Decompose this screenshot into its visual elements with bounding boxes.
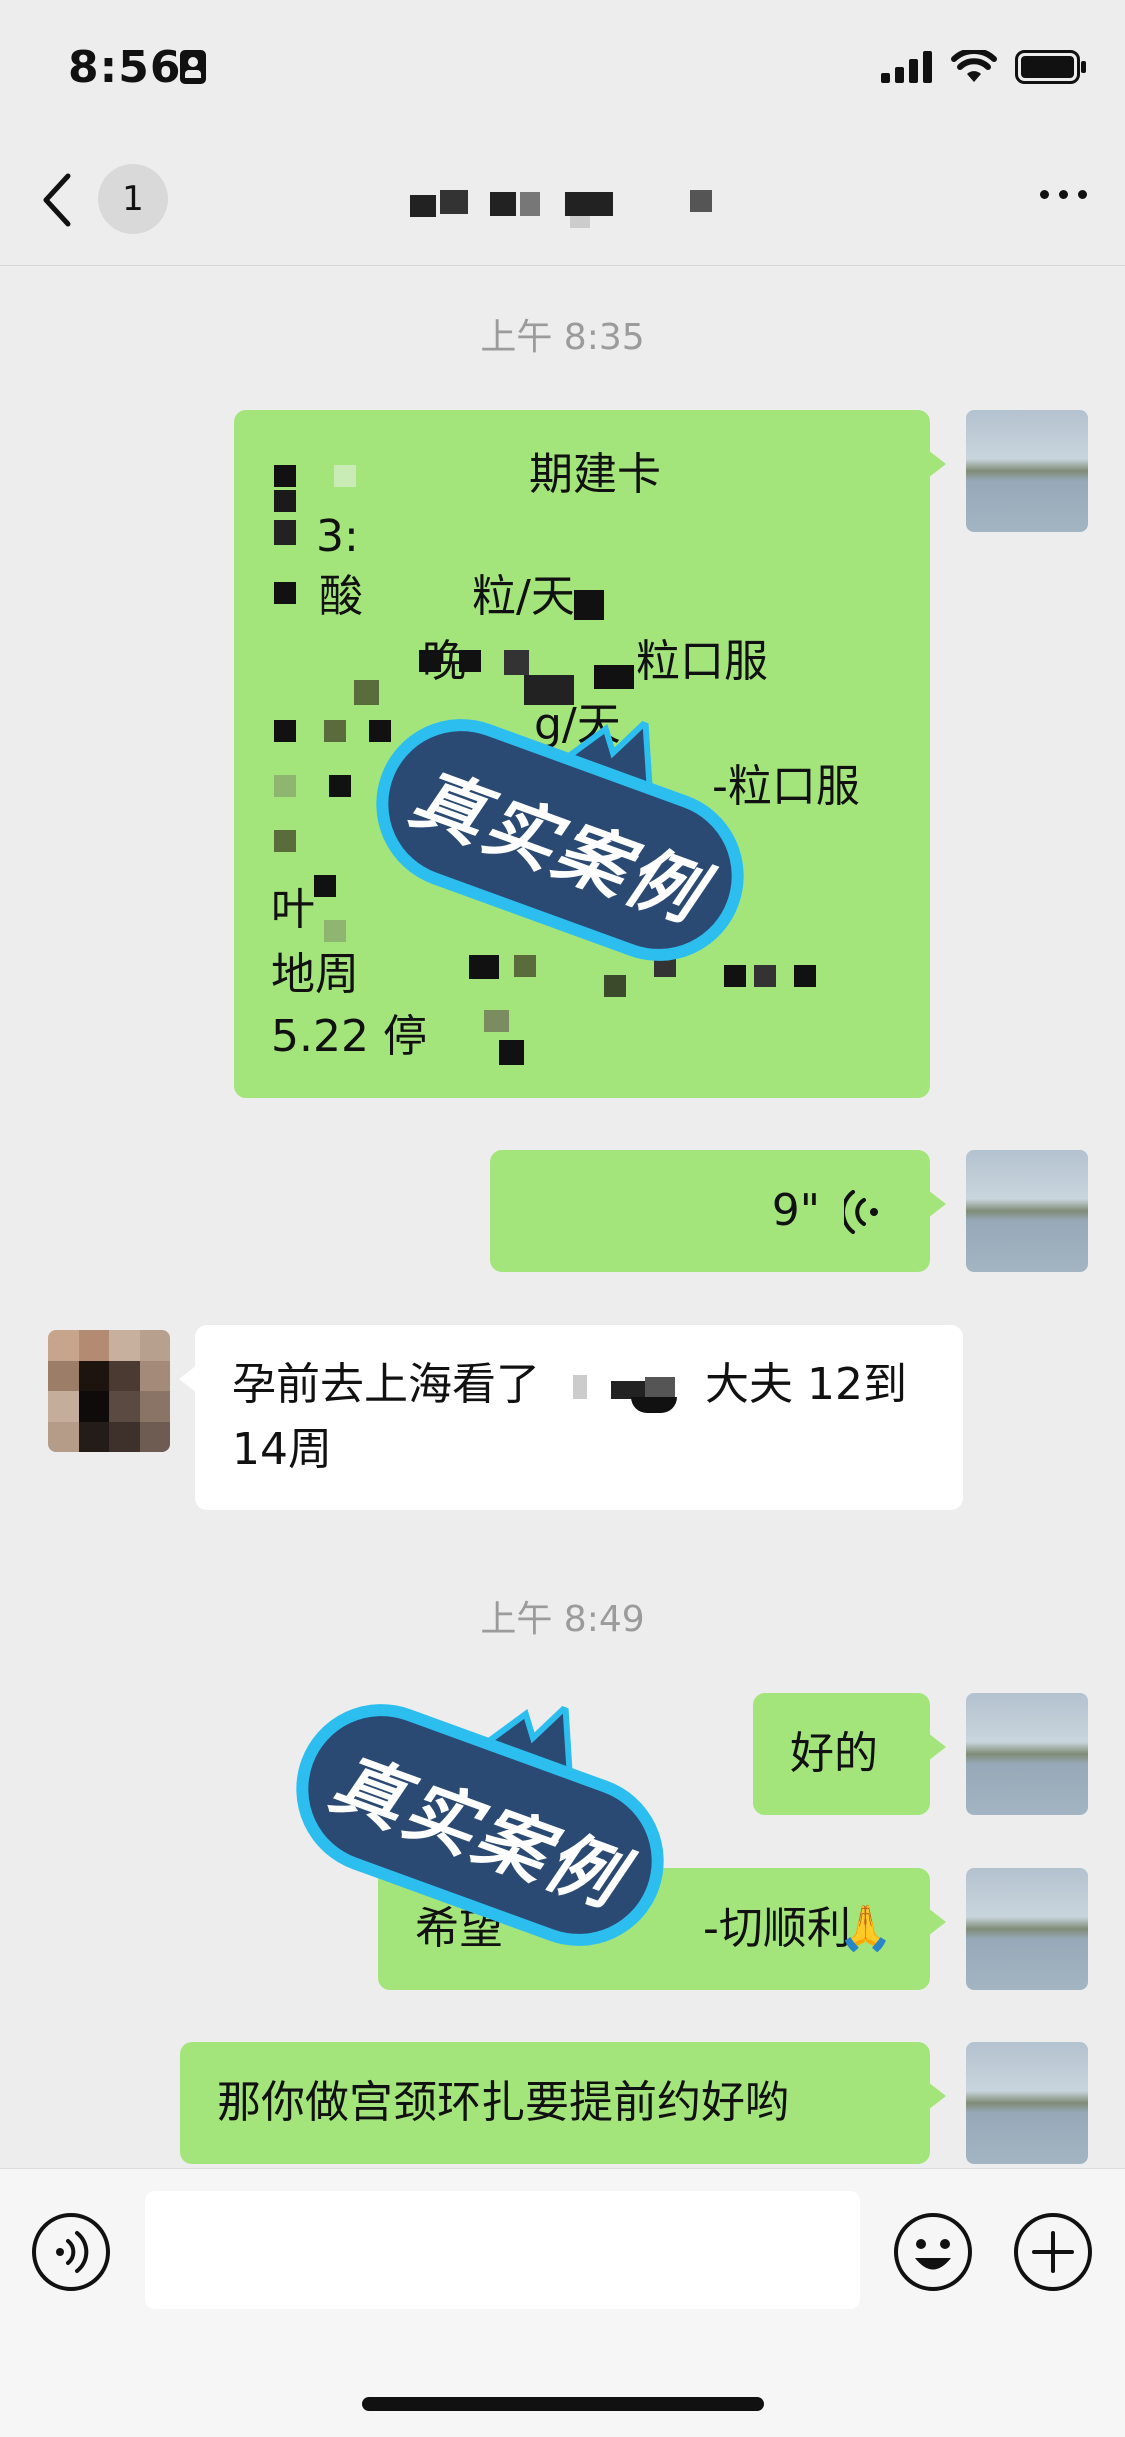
my-avatar[interactable]: [966, 1868, 1088, 1990]
home-indicator[interactable]: [362, 2397, 764, 2411]
my-avatar[interactable]: [966, 2042, 1088, 2164]
status-time: 8:56: [68, 42, 182, 93]
chat-header: 1: [0, 140, 1125, 266]
timestamp: 上午 8:35: [480, 317, 645, 358]
my-message-bubble[interactable]: 好的: [753, 1693, 946, 1815]
stamp-text: 真实案例: [320, 1739, 635, 1923]
praying-hands-emoji: 🙏: [838, 1903, 893, 1954]
my-message-bubble[interactable]: 那你做宫颈环扎要提前约好哟: [180, 2042, 946, 2164]
message-text: 那你做宫颈环扎要提前约好哟: [217, 2077, 789, 2128]
add-plus-icon[interactable]: [1012, 2211, 1094, 2293]
screen-record-icon: [180, 50, 206, 84]
message-text: -切顺利: [703, 1903, 851, 1954]
voice-duration: 9": [771, 1185, 820, 1236]
redaction-mosaic: [573, 1375, 683, 1415]
my-avatar[interactable]: [966, 1150, 1088, 1272]
contact-avatar[interactable]: [48, 1330, 170, 1452]
my-avatar[interactable]: [966, 1693, 1088, 1815]
voice-wave-icon: [844, 1190, 878, 1234]
chat-title-redacted[interactable]: [400, 190, 720, 228]
unread-badge[interactable]: 1: [98, 164, 168, 234]
status-bar: 8:56: [0, 0, 1125, 140]
voice-message-bubble[interactable]: 9": [490, 1150, 946, 1272]
message-input[interactable]: [145, 2191, 860, 2309]
emoji-icon[interactable]: [892, 2211, 974, 2293]
back-chevron-icon[interactable]: [40, 170, 74, 230]
more-options-icon[interactable]: [1040, 190, 1087, 199]
message-text: 14周: [232, 1424, 332, 1475]
message-text: 好的: [790, 1728, 878, 1779]
cellular-signal-icon: [881, 51, 932, 83]
message-text: 大夫 12到: [705, 1359, 907, 1410]
voice-input-icon[interactable]: [30, 2211, 112, 2293]
message-text: 孕前去上海看了: [232, 1359, 540, 1410]
wifi-icon: [951, 50, 997, 82]
battery-icon: [1015, 50, 1086, 84]
contact-message-bubble[interactable]: 孕前去上海看了 大夫 12到 14周: [179, 1325, 963, 1510]
my-avatar[interactable]: [966, 410, 1088, 532]
timestamp: 上午 8:49: [480, 1599, 645, 1640]
